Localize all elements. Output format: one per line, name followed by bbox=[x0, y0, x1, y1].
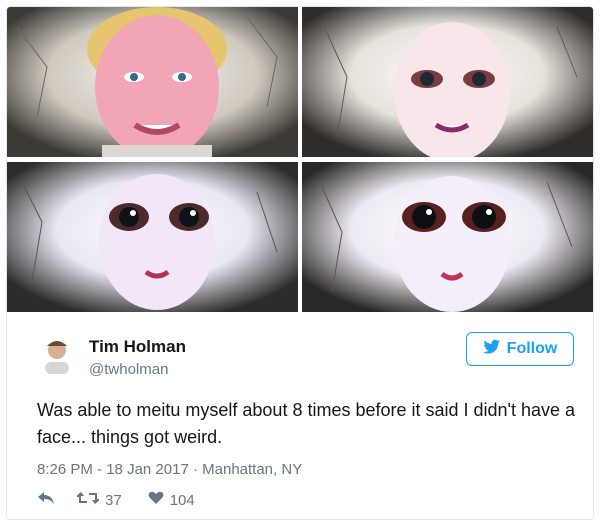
tweet-photo-4[interactable] bbox=[302, 162, 593, 312]
heart-icon bbox=[148, 491, 164, 509]
tweet-card: Tim Holman @twholman Follow Was able to … bbox=[6, 6, 594, 520]
follow-label: Follow bbox=[506, 340, 558, 357]
retweet-icon bbox=[75, 491, 101, 509]
reply-icon bbox=[37, 491, 55, 509]
retweet-button[interactable]: 37 bbox=[75, 491, 122, 509]
tweet-actions: 37 104 bbox=[37, 491, 195, 509]
tweet-photo-3[interactable] bbox=[7, 162, 298, 312]
reply-button[interactable] bbox=[37, 491, 55, 509]
tweet-time[interactable]: 8:26 PM bbox=[37, 461, 93, 478]
tweet-text: Was able to meitu myself about 8 times b… bbox=[37, 400, 576, 447]
tweet-photo-2[interactable] bbox=[302, 7, 593, 157]
author-name[interactable]: Tim Holman bbox=[89, 337, 186, 357]
tweet-location[interactable]: Manhattan, NY bbox=[202, 461, 302, 478]
like-button[interactable]: 104 bbox=[148, 491, 195, 509]
tweet-media-grid[interactable] bbox=[7, 7, 593, 312]
avatar[interactable] bbox=[37, 334, 77, 374]
tweet-date[interactable]: 18 Jan 2017 bbox=[106, 461, 189, 478]
follow-button[interactable]: Follow bbox=[466, 332, 574, 366]
like-count: 104 bbox=[169, 491, 195, 509]
author-handle[interactable]: @twholman bbox=[89, 361, 168, 378]
tweet-meta: 8:26 PM - 18 Jan 2017 · Manhattan, NY bbox=[37, 461, 303, 478]
tweet-photo-1[interactable] bbox=[7, 7, 298, 157]
retweet-count: 37 bbox=[105, 491, 122, 509]
twitter-bird-icon bbox=[482, 339, 501, 360]
